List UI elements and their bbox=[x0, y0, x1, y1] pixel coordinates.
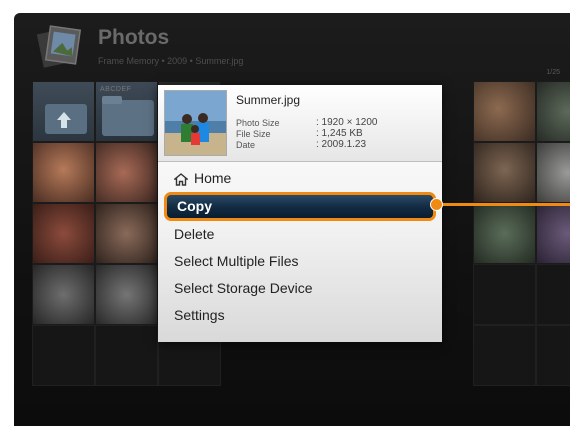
meta-value: : 1,245 KB bbox=[316, 128, 363, 139]
empty-slot bbox=[536, 264, 570, 325]
photo-thumbnail[interactable] bbox=[473, 81, 536, 142]
menu-item-label: Settings bbox=[174, 307, 225, 323]
menu-item-delete[interactable]: Delete bbox=[158, 221, 442, 248]
menu-item-label: Delete bbox=[174, 226, 215, 242]
menu-item-home[interactable]: Home bbox=[158, 165, 442, 192]
menu-item-settings[interactable]: Settings bbox=[158, 302, 442, 329]
empty-slot bbox=[473, 264, 536, 325]
photo-thumbnail[interactable] bbox=[473, 142, 536, 203]
folder-tile-up[interactable] bbox=[32, 81, 95, 142]
photos-stack-icon bbox=[36, 25, 82, 68]
menu-item-copy[interactable]: Copy bbox=[164, 192, 436, 221]
photo-thumbnail[interactable] bbox=[32, 203, 95, 264]
meta-label: Photo Size bbox=[236, 118, 280, 128]
file-thumbnail bbox=[164, 90, 227, 156]
photo-thumbnail[interactable] bbox=[473, 203, 536, 264]
photo-thumbnail[interactable] bbox=[536, 81, 570, 142]
callout-line bbox=[438, 203, 570, 206]
breadcrumb: Frame Memory • 2009 • Summer.jpg bbox=[98, 56, 244, 66]
photo-thumbnail[interactable] bbox=[95, 264, 158, 325]
empty-slot bbox=[32, 325, 95, 386]
empty-slot bbox=[95, 325, 158, 386]
meta-label: File Size bbox=[236, 129, 271, 139]
folder-tile[interactable]: ABCDEF bbox=[95, 81, 158, 142]
menu-item-label: Copy bbox=[177, 198, 212, 214]
context-menu: Summer.jpg Photo Size : 1920 × 1200 File… bbox=[158, 85, 442, 342]
empty-slot bbox=[536, 325, 570, 386]
menu-items: Home Copy Delete Select Multiple Files S… bbox=[158, 165, 442, 329]
meta-label: Date bbox=[236, 140, 256, 150]
home-icon bbox=[174, 172, 188, 186]
photo-thumbnail[interactable] bbox=[95, 142, 158, 203]
menu-item-label: Select Multiple Files bbox=[174, 253, 299, 269]
menu-item-select-multiple-files[interactable]: Select Multiple Files bbox=[158, 248, 442, 275]
meta-value: : 2009.1.23 bbox=[316, 139, 367, 150]
menu-item-select-storage-device[interactable]: Select Storage Device bbox=[158, 275, 442, 302]
menu-item-label: Select Storage Device bbox=[174, 280, 313, 296]
photo-thumbnail[interactable] bbox=[32, 142, 95, 203]
folder-label: ABCDEF bbox=[100, 86, 132, 93]
empty-slot bbox=[473, 325, 536, 386]
photo-thumbnail[interactable] bbox=[536, 203, 570, 264]
page-counter: 1/25 bbox=[546, 69, 560, 76]
menu-item-label: Home bbox=[194, 170, 232, 186]
meta-value: : 1920 × 1200 bbox=[316, 117, 378, 128]
up-arrow-folder-icon bbox=[45, 104, 87, 134]
file-name: Summer.jpg bbox=[236, 93, 301, 107]
callout-marker bbox=[430, 198, 443, 211]
page-title: Photos bbox=[98, 26, 170, 49]
photo-thumbnail[interactable] bbox=[95, 203, 158, 264]
file-info-panel: Summer.jpg Photo Size : 1920 × 1200 File… bbox=[158, 85, 442, 162]
photo-thumbnail[interactable] bbox=[32, 264, 95, 325]
photo-thumbnail[interactable] bbox=[536, 142, 570, 203]
